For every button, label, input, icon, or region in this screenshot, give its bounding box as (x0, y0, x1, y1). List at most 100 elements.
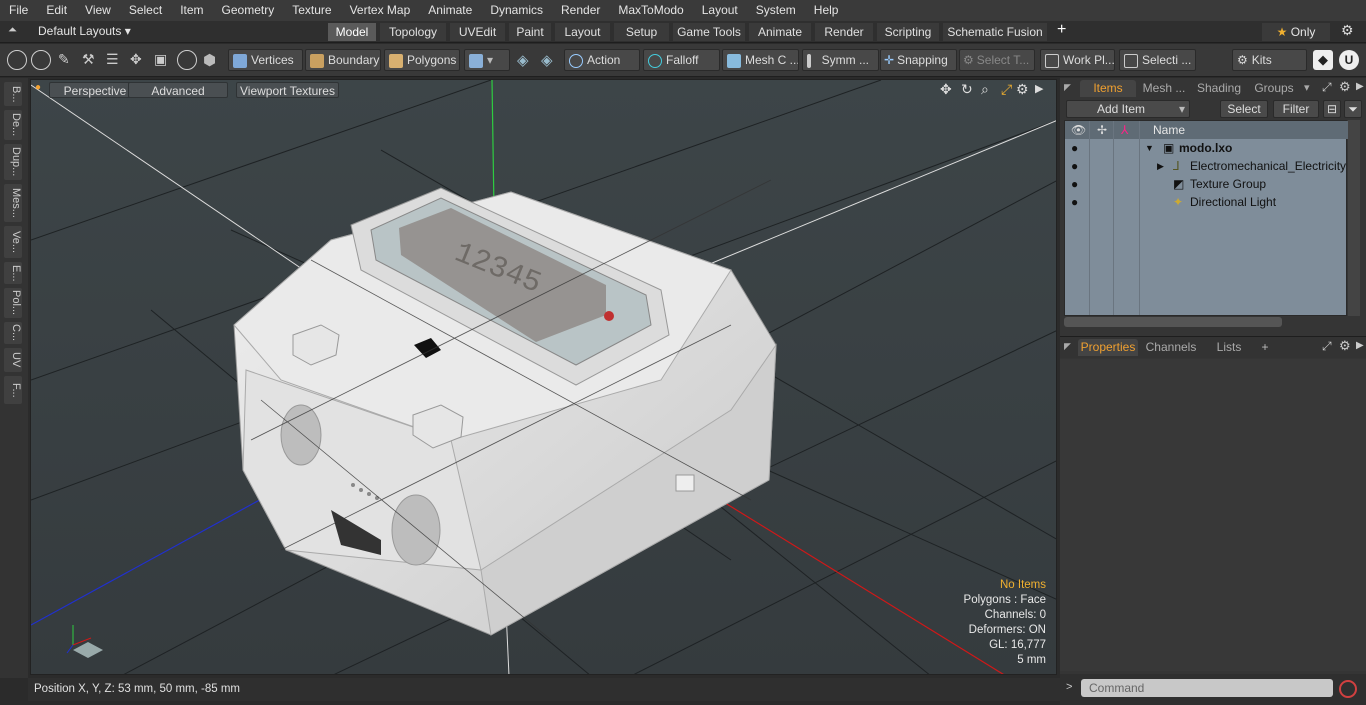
only-toggle[interactable]: ★ Only (1262, 23, 1330, 41)
menu-select[interactable]: Select (120, 0, 171, 21)
menu-help[interactable]: Help (805, 0, 848, 21)
left-tab-uv[interactable]: UV (4, 348, 22, 372)
tree-horizontal-scrollbar[interactable] (1064, 317, 1282, 327)
tabs-dropdown-icon[interactable]: ▾ (1304, 81, 1310, 94)
polygons-button[interactable]: Polygons (384, 49, 460, 71)
record-icon[interactable] (1339, 680, 1357, 698)
tab-schematic-fusion[interactable]: Schematic Fusion (943, 23, 1047, 41)
add-tab-icon[interactable]: + (1057, 21, 1066, 39)
menu-vertex-map[interactable]: Vertex Map (341, 0, 420, 21)
collapse-icon[interactable]: ⊟ (1323, 100, 1341, 118)
filter-funnel-icon[interactable]: ⏷ (1344, 100, 1362, 118)
tab-properties[interactable]: Properties (1078, 339, 1138, 356)
select-through-button[interactable]: ⚙ Select T... (959, 49, 1035, 71)
panel-menu-icon[interactable]: ◤ (1064, 82, 1071, 93)
select-circle-icon[interactable] (7, 50, 27, 70)
orbit-icon[interactable] (177, 50, 197, 70)
eye-icon[interactable]: ● (1071, 193, 1078, 211)
tree-row-directional-light[interactable]: ● ✦ Directional Light (1065, 193, 1348, 211)
tab-model[interactable]: Model (328, 23, 376, 41)
symmetry-button[interactable]: Symm ... (802, 49, 879, 71)
work-plane-button[interactable]: Work Pl... (1040, 49, 1115, 71)
props-menu-icon[interactable]: ◤ (1064, 341, 1071, 352)
expand-arrow-icon[interactable]: ▶ (1157, 157, 1164, 175)
add-item-button[interactable]: Add Item ▾ (1066, 100, 1190, 118)
3d-viewport[interactable]: 12345 ● Perspective Advanced Viewport Te… (30, 79, 1057, 675)
transform-icon[interactable]: ✥ (130, 51, 142, 68)
tab-paint[interactable]: Paint (509, 23, 551, 41)
menu-geometry[interactable]: Geometry (213, 0, 284, 21)
tab-game-tools[interactable]: Game Tools (673, 23, 745, 41)
pan-icon[interactable]: ✥ (940, 81, 952, 98)
settings-gear-icon[interactable]: ⚙ (1341, 22, 1354, 39)
menu-view[interactable]: View (76, 0, 120, 21)
add-tab-plus[interactable]: + (1258, 339, 1272, 356)
left-tab-polygon[interactable]: Pol... (4, 288, 22, 318)
unity-icon[interactable]: ◆ (1313, 50, 1333, 70)
menu-animate[interactable]: Animate (419, 0, 481, 21)
eye-icon[interactable]: ● (1071, 139, 1078, 157)
tab-uvedit[interactable]: UVEdit (450, 23, 505, 41)
viewport-expand-icon[interactable]: ▶ (1035, 82, 1043, 95)
left-tab-mesh-edit[interactable]: Mes... (4, 184, 22, 222)
menu-file[interactable]: File (0, 0, 37, 21)
menu-render[interactable]: Render (552, 0, 609, 21)
tab-animate[interactable]: Animate (749, 23, 811, 41)
filter-button[interactable]: Filter (1273, 100, 1319, 118)
tab-topology[interactable]: Topology (380, 23, 446, 41)
tab-scripting[interactable]: Scripting (877, 23, 939, 41)
fit-icon[interactable]: ⤢ (1001, 81, 1012, 98)
layout-selector[interactable]: Default Layouts ▾ (38, 24, 131, 38)
viewport-textures-button[interactable]: Viewport Textures (236, 82, 339, 98)
tab-items[interactable]: Items (1080, 80, 1136, 97)
panel-arrow-icon[interactable]: ▶ (1356, 81, 1364, 92)
left-tab-duplicate[interactable]: Dup... (4, 144, 22, 180)
tab-layout[interactable]: Layout (555, 23, 610, 41)
command-input[interactable]: Command (1081, 679, 1333, 697)
left-tab-fusion[interactable]: F... (4, 376, 22, 404)
left-tab-basic[interactable]: B... (4, 82, 22, 106)
action-button[interactable]: Action (564, 49, 640, 71)
snapping-button[interactable]: ✛ Snapping (880, 49, 957, 71)
unreal-icon[interactable]: U (1339, 50, 1359, 70)
tab-render[interactable]: Render (815, 23, 873, 41)
menu-layout[interactable]: Layout (693, 0, 747, 21)
falloff-button[interactable]: Falloff (643, 49, 720, 71)
props-expand-icon[interactable]: ⤢ (1322, 339, 1332, 354)
panel-gear-icon[interactable]: ⚙ (1339, 79, 1351, 95)
menu-maxtomodo[interactable]: MaxToModo (609, 0, 692, 21)
tab-setup[interactable]: Setup (614, 23, 669, 41)
tab-shading[interactable]: Shading (1192, 80, 1246, 97)
left-tab-curve[interactable]: C... (4, 322, 22, 344)
zoom-icon[interactable]: ⌕ (981, 81, 989, 98)
advanced-button[interactable]: Advanced (128, 82, 228, 98)
tab-lists[interactable]: Lists (1206, 339, 1252, 356)
props-gear-icon[interactable]: ⚙ (1339, 338, 1351, 354)
expand-chevron-icon[interactable]: ▼ (1145, 139, 1154, 157)
brush-icon[interactable]: ⚒ (82, 51, 95, 68)
pen-icon[interactable]: ✎ (58, 51, 70, 68)
shield-icon[interactable]: ◈ (541, 51, 553, 69)
mesh-constraints-button[interactable]: Mesh C ... (722, 49, 799, 71)
tab-channels[interactable]: Channels (1142, 339, 1200, 356)
kits-button[interactable]: ⚙ Kits (1232, 49, 1307, 71)
menu-texture[interactable]: Texture (283, 0, 340, 21)
panel-expand-icon[interactable]: ⤢ (1322, 80, 1332, 95)
left-tab-vertex[interactable]: Ve... (4, 226, 22, 258)
menu-dynamics[interactable]: Dynamics (481, 0, 552, 21)
box-select-icon[interactable]: ▣ (154, 51, 167, 68)
menu-item[interactable]: Item (171, 0, 212, 21)
tree-row-mesh[interactable]: ● ▶ ⅃ Electromechanical_Electricity ... (1065, 157, 1359, 175)
menu-edit[interactable]: Edit (37, 0, 76, 21)
viewport-gear-icon[interactable]: ⚙ (1016, 81, 1029, 98)
item-tree[interactable]: 👁 ✢ ⅄ Name ● ▼ ▣ modo.lxo ● ▶ ⅃ Electrom… (1064, 120, 1359, 316)
viewport-menu-icon[interactable]: ● (35, 82, 41, 93)
globe-icon[interactable] (31, 50, 51, 70)
tab-groups[interactable]: Groups (1248, 80, 1300, 97)
item-mode-icon[interactable]: ⬢ (203, 51, 216, 69)
boundary-button[interactable]: Boundary (305, 49, 381, 71)
vertices-button[interactable]: Vertices (228, 49, 303, 71)
props-arrow-icon[interactable]: ▶ (1356, 340, 1364, 351)
element-icon[interactable]: ◈ (517, 51, 529, 69)
material-mode-button[interactable]: ▾ (464, 49, 510, 71)
